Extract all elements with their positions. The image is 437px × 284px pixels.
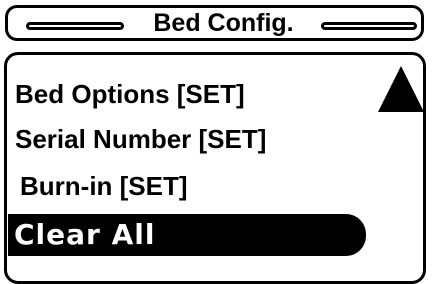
- menu-item-burn-in[interactable]: Burn-in [SET]: [20, 170, 188, 202]
- page-title: Bed Config.: [153, 9, 294, 37]
- title-decoration-right: [321, 22, 417, 30]
- menu-item-serial-number[interactable]: Serial Number [SET]: [15, 123, 266, 155]
- menu-item-clear-all[interactable]: Clear All: [8, 214, 366, 256]
- scroll-up-icon[interactable]: [378, 66, 424, 112]
- menu-item-bed-options[interactable]: Bed Options [SET]: [15, 78, 245, 110]
- title-bar: Bed Config.: [5, 5, 424, 41]
- title-decoration-left: [26, 22, 124, 30]
